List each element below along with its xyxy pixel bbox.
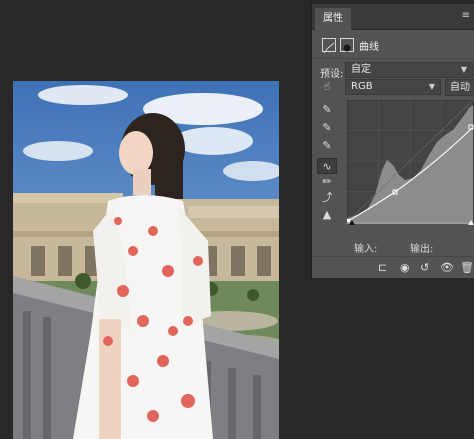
hand-target-icon[interactable]: ☝ [317, 79, 337, 95]
input-label: 输入: [354, 244, 378, 255]
menu-icon[interactable]: ≡ [462, 11, 470, 21]
panel-footer: ⊏ ◉ ↺ 👁 🗑 [312, 256, 474, 278]
curve-point [347, 219, 350, 222]
chevron-down-icon: ▼ [428, 82, 435, 91]
panel-tab-bar: 属性 ≡ [312, 4, 474, 30]
smooth-icon[interactable]: ⤴ [317, 190, 337, 206]
eyedropper-white-icon[interactable]: ✎ [317, 138, 337, 154]
tab-properties[interactable]: 属性 [315, 8, 351, 30]
output-label: 输出: [410, 244, 434, 255]
curve-edit-icon[interactable]: ∿ [317, 158, 337, 174]
channel-dropdown[interactable]: RGB ▼ [345, 79, 441, 95]
reset-icon[interactable]: ↺ [420, 261, 429, 275]
auto-button[interactable]: 自动 [445, 79, 474, 96]
adjustment-layer-icon [322, 38, 336, 54]
mask-icon[interactable] [340, 38, 354, 52]
channel-value: RGB [351, 81, 373, 92]
eyedropper-gray-icon[interactable]: ✎ [317, 120, 337, 136]
visibility-icon[interactable]: 👁 [440, 261, 454, 275]
chevron-down-icon: ▼ [460, 65, 467, 74]
adjustment-name: 曲线 [359, 42, 379, 53]
clipping-warning-icon[interactable]: ▲ [317, 207, 337, 223]
document-image [13, 81, 279, 439]
preset-value: 自定 [351, 64, 371, 75]
properties-panel: 属性 ≡ 曲线 预设: 自定 ▼ ☝ RGB ▼ 自动 ✎ ✎ ✎ ∿ ✏ ⤴ … [311, 4, 474, 278]
eyedropper-black-icon[interactable]: ✎ [317, 102, 337, 118]
preset-dropdown[interactable]: 自定 ▼ [345, 62, 473, 78]
delete-icon[interactable]: 🗑 [460, 261, 474, 275]
preset-label: 预设: [320, 69, 344, 80]
document-canvas[interactable] [13, 81, 279, 439]
gradient-bar [347, 222, 473, 224]
adjustment-header: 曲线 [312, 31, 474, 59]
view-previous-icon[interactable]: ◉ [400, 261, 410, 275]
pencil-icon[interactable]: ✏ [317, 174, 337, 190]
curves-graph[interactable] [347, 100, 474, 225]
workspace: 属性 ≡ 曲线 预设: 自定 ▼ ☝ RGB ▼ 自动 ✎ ✎ ✎ ∿ ✏ ⤴ … [0, 0, 474, 439]
clip-to-layer-icon[interactable]: ⊏ [378, 261, 387, 275]
